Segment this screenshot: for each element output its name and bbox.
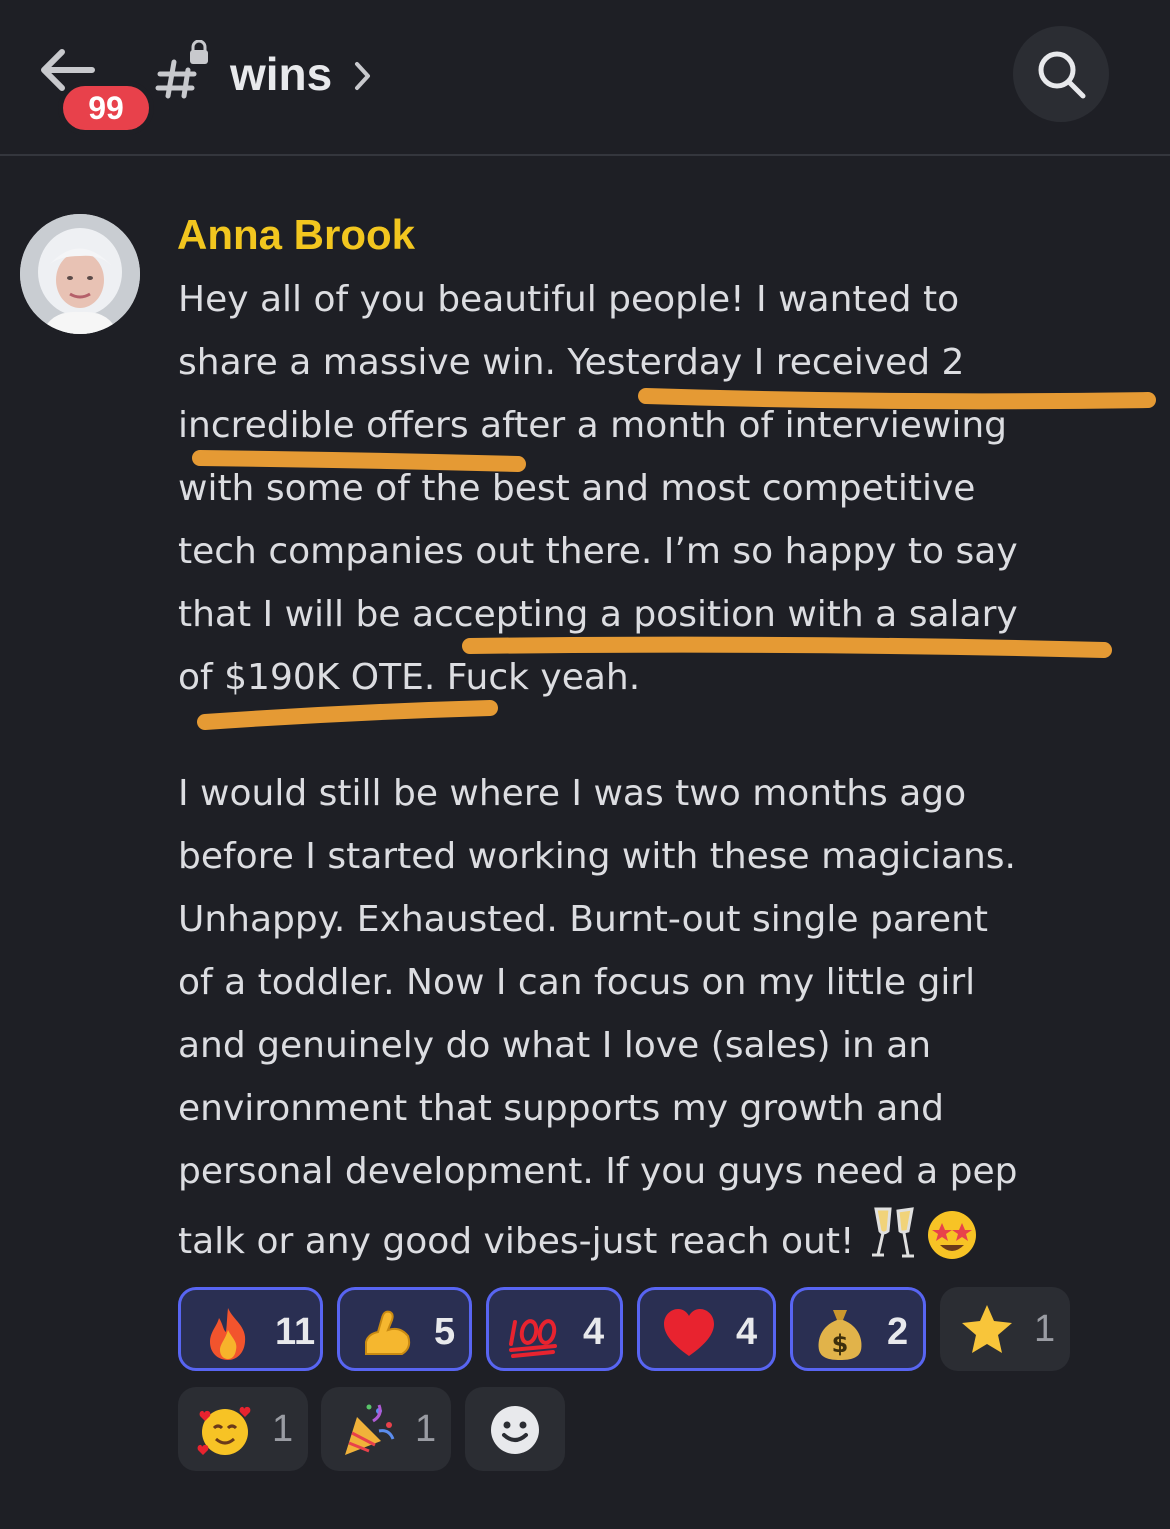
- message-line: environment that supports my growth and: [178, 1088, 944, 1129]
- hash-lock-icon: [155, 40, 208, 99]
- reaction-count: 4: [736, 1311, 758, 1353]
- message-paragraph-1: Hey all of you beautiful people! I wante…: [178, 268, 1018, 709]
- svg-text:$: $: [832, 1330, 849, 1358]
- red-heart-icon: [664, 1309, 714, 1356]
- money-bag-icon: $: [818, 1310, 862, 1360]
- reaction-money-bag[interactable]: $ 2: [790, 1287, 926, 1371]
- reaction-star[interactable]: 1: [940, 1287, 1070, 1371]
- search-icon: [1038, 51, 1086, 99]
- message-line-text: talk or any good vibes-just reach out!: [178, 1221, 855, 1262]
- reaction-count: 1: [1034, 1308, 1056, 1350]
- reaction-flexed-biceps[interactable]: 5: [337, 1287, 472, 1371]
- reaction-count: 1: [415, 1408, 437, 1450]
- message-line: share a massive win. Yesterday I receive…: [178, 342, 965, 383]
- reaction-count: 4: [583, 1311, 605, 1353]
- message-line: incredible offers after a month of inter…: [178, 405, 1008, 446]
- clinking-glasses-star-struck-icon: [872, 1207, 977, 1259]
- header-divider: [0, 154, 1170, 156]
- fire-icon: [210, 1308, 246, 1360]
- message-line: tech companies out there. I’m so happy t…: [178, 531, 1018, 572]
- message-line: I would still be where I was two months …: [178, 773, 967, 814]
- message-line: Unhappy. Exhausted. Burnt-out single par…: [178, 899, 988, 940]
- reaction-red-heart[interactable]: 4: [637, 1287, 776, 1371]
- reaction-smiling-face-with-hearts[interactable]: 1: [178, 1387, 308, 1471]
- flexed-biceps-icon: [365, 1310, 411, 1355]
- add-reaction-smiley-icon: [491, 1406, 539, 1454]
- message-line: and genuinely do what I love (sales) in …: [178, 1025, 932, 1066]
- reaction-count: 1: [272, 1408, 294, 1450]
- chevron-right-icon[interactable]: [352, 60, 374, 92]
- channel-name[interactable]: wins: [230, 42, 332, 106]
- message-line: of $190K OTE. Fuck yeah.: [178, 657, 641, 698]
- avatar[interactable]: [20, 214, 140, 334]
- trailing-emojis: [868, 1203, 980, 1283]
- star-icon: [962, 1305, 1012, 1353]
- message-line: personal development. If you guys need a…: [178, 1151, 1018, 1192]
- search-button[interactable]: [1013, 26, 1109, 122]
- reaction-count: 2: [887, 1311, 909, 1353]
- add-reaction-button[interactable]: [465, 1387, 565, 1471]
- smiling-face-with-hearts-icon: [197, 1406, 251, 1455]
- reaction-fire[interactable]: 11: [178, 1287, 323, 1371]
- hundred-points-icon: [509, 1319, 557, 1358]
- message-line: before I started working with these magi…: [178, 836, 1016, 877]
- message-line: with some of the best and most competiti…: [178, 468, 976, 509]
- user-avatar-image: [20, 214, 140, 334]
- message-author[interactable]: Anna Brook: [177, 206, 415, 264]
- reaction-party-popper[interactable]: 1: [321, 1387, 451, 1471]
- message-line: talk or any good vibes-just reach out!: [178, 1203, 1018, 1266]
- reaction-count: 5: [434, 1311, 456, 1353]
- reaction-count: 11: [275, 1311, 316, 1353]
- unread-badge: 99: [63, 86, 149, 130]
- message-line: that I will be accepting a position with…: [178, 594, 1018, 635]
- message-paragraph-2: I would still be where I was two months …: [178, 762, 1018, 1266]
- message-line: Hey all of you beautiful people! I wante…: [178, 279, 960, 320]
- party-popper-icon: [345, 1404, 395, 1455]
- message-line: of a toddler. Now I can focus on my litt…: [178, 962, 976, 1003]
- channel-header: 99 wins: [0, 0, 1170, 155]
- reaction-hundred-points[interactable]: 4: [486, 1287, 623, 1371]
